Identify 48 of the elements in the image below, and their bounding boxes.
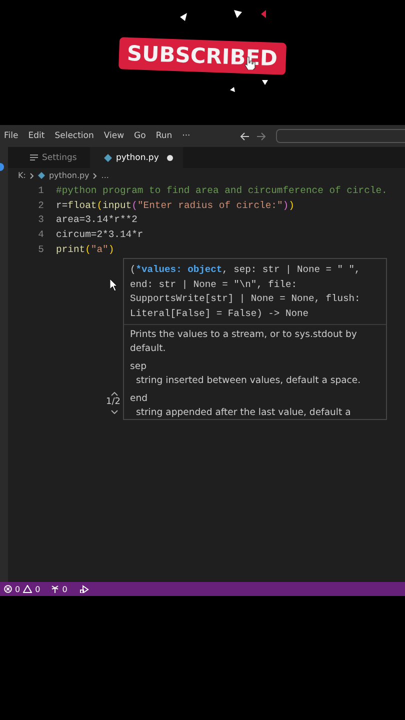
menu-item[interactable]: View <box>104 131 124 141</box>
menu-item[interactable]: Go <box>134 131 146 141</box>
menu-item[interactable]: File <box>4 131 18 141</box>
error-count: 0 <box>15 584 20 594</box>
warning-icon[interactable] <box>23 585 32 593</box>
up-chevron-icon[interactable] <box>111 392 118 396</box>
error-icon[interactable] <box>4 585 12 593</box>
subscribed-badge: SUBSCRIBED <box>118 36 286 74</box>
code-line: #python program to find area and circumference of circle. <box>56 184 388 196</box>
line-number: 1 <box>37 184 45 196</box>
down-chevron-icon[interactable] <box>111 410 118 414</box>
ports-count: 0 <box>62 584 68 594</box>
settings-lines-icon <box>30 154 38 161</box>
chevron-icon <box>93 172 98 178</box>
antenna-icon[interactable] <box>51 585 60 593</box>
menu-item[interactable]: ··· <box>182 131 190 141</box>
line-number: 4 <box>37 229 45 240</box>
python-file-icon <box>38 172 45 179</box>
mouse-pointer-icon <box>110 279 118 291</box>
parameter-description: string inserted between values, default a space. <box>136 374 361 388</box>
back-arrow-icon[interactable] <box>240 132 250 140</box>
line-number: 5 <box>37 244 45 256</box>
warning-count: 0 <box>35 584 40 594</box>
editor-tab[interactable]: python.py <box>90 147 183 168</box>
account-badge-icon <box>0 163 5 171</box>
breadcrumb-item[interactable]: ... <box>101 171 109 180</box>
code-line: circum=2*3.14*r <box>56 229 144 240</box>
forward-arrow-icon[interactable] <box>256 132 266 140</box>
documentation-text: Prints the values to a stream, or to sys.stdout by default. <box>129 328 358 356</box>
menu-item[interactable]: Run <box>156 131 172 141</box>
search-field[interactable] <box>276 129 405 143</box>
chevron-icon <box>30 172 34 178</box>
parameter-description: string appended after the last value, default a <box>136 406 351 419</box>
debug-icon[interactable] <box>80 585 90 593</box>
menu-item[interactable]: Selection <box>54 131 94 141</box>
line-number: 3 <box>37 214 45 226</box>
parameter-name: sep <box>130 360 146 374</box>
code-line: r=float(input("Enter radius of circle:")) <box>56 200 294 211</box>
code-line: area=3.14*r**2 <box>56 214 138 226</box>
parameter-name: end <box>130 392 148 406</box>
code-line: print("a") <box>56 244 114 256</box>
breadcrumb-item[interactable]: K: <box>18 171 26 180</box>
python-file-icon <box>104 154 112 162</box>
line-number: 2 <box>37 200 45 211</box>
menu-item[interactable]: Edit <box>28 131 45 141</box>
function-signature: (*values: object, sep: str | None = " ", end: str | None = "\n", file: SupportsWrite[str] | None = None, flush: Literal[False] = False) -> None <box>124 259 386 326</box>
overload-counter: 1/2 <box>106 397 120 407</box>
breadcrumb-item[interactable]: python.py <box>48 171 90 180</box>
